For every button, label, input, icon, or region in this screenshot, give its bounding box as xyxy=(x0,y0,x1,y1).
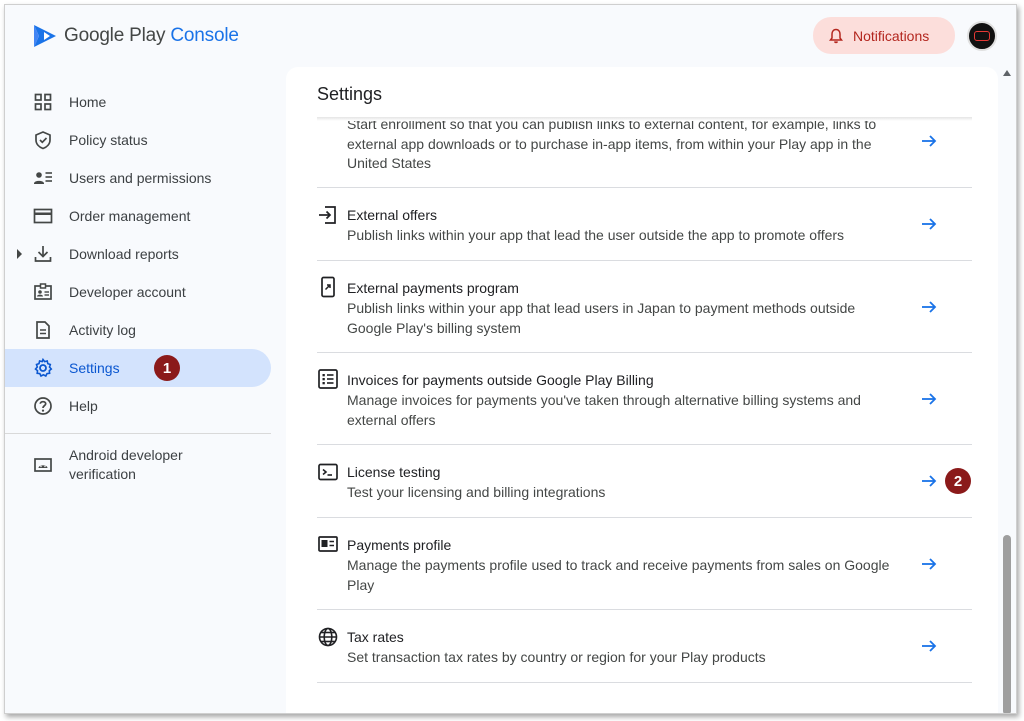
sidebar-item-order-management[interactable]: Order management xyxy=(5,197,280,235)
row-title: Tax rates xyxy=(347,629,404,645)
row-title: Payments profile xyxy=(347,537,452,553)
arrow-right-icon[interactable] xyxy=(920,472,938,490)
settings-row-external-offers[interactable]: External offers Publish links within you… xyxy=(317,188,972,261)
sidebar-item-download-reports[interactable]: Download reports xyxy=(5,235,280,273)
row-description: Set transaction tax rates by country or … xyxy=(347,649,766,665)
arrow-right-icon[interactable] xyxy=(920,132,938,150)
row-title: External payments program xyxy=(347,280,519,296)
arrow-right-icon[interactable] xyxy=(920,215,938,233)
phone-link-icon xyxy=(321,276,335,298)
avatar-image xyxy=(974,31,990,41)
sidebar-item-help[interactable]: Help xyxy=(5,387,280,425)
row-description: Manage invoices for payments you've take… xyxy=(347,392,861,428)
expand-caret-icon[interactable] xyxy=(17,249,22,259)
settings-row-payments-profile[interactable]: Payments profile Manage the payments pro… xyxy=(317,518,972,610)
sidebar: Home Policy status Users and permissions… xyxy=(5,83,280,486)
bell-icon xyxy=(829,28,843,43)
step-badge-2: 2 xyxy=(945,468,971,494)
brand-name[interactable]: Google Play Console xyxy=(64,25,239,47)
settings-panel: Settings Start enrollment so that you ca… xyxy=(286,67,998,713)
row-description: Publish links within your app that lead … xyxy=(347,227,845,243)
sidebar-item-label: Users and permissions xyxy=(69,170,212,186)
arrow-right-icon[interactable] xyxy=(920,390,938,408)
android-icon xyxy=(34,458,52,472)
settings-row-external-payments-program[interactable]: External payments program Publish links … xyxy=(317,261,972,353)
globe-icon xyxy=(318,627,338,647)
row-description: Start enrollment so that you can publish… xyxy=(347,121,877,171)
app-window: Google Play Console Notifications Home P… xyxy=(4,4,1017,714)
settings-row-invoices[interactable]: Invoices for payments outside Google Pla… xyxy=(317,353,972,445)
profile-card-icon xyxy=(318,536,338,552)
sidebar-item-activity-log[interactable]: Activity log xyxy=(5,311,280,349)
sidebar-item-label: Download reports xyxy=(69,246,179,262)
top-bar: Google Play Console Notifications xyxy=(5,5,1016,67)
sidebar-item-developer-account[interactable]: Developer account xyxy=(5,273,280,311)
settings-row-tax-rates[interactable]: Tax rates Set transaction tax rates by c… xyxy=(317,610,972,683)
document-icon xyxy=(36,321,50,339)
list-box-icon xyxy=(318,369,338,389)
id-badge-icon xyxy=(34,283,52,300)
sidebar-item-users-and-permissions[interactable]: Users and permissions xyxy=(5,159,280,197)
row-description: Manage the payments profile used to trac… xyxy=(347,557,890,593)
sidebar-item-home[interactable]: Home xyxy=(5,83,280,121)
avatar[interactable] xyxy=(967,21,997,51)
sidebar-item-settings[interactable]: Settings 1 xyxy=(5,349,271,387)
sidebar-item-android-developer-verification[interactable]: Android developer verification xyxy=(5,444,280,486)
sidebar-item-label: Home xyxy=(69,94,107,110)
sidebar-item-label: Android developer verification xyxy=(69,447,183,482)
sidebar-divider xyxy=(5,433,271,434)
page-title: Settings xyxy=(317,84,383,104)
help-circle-icon xyxy=(34,397,52,415)
shield-check-icon xyxy=(35,131,51,150)
row-title: Invoices for payments outside Google Pla… xyxy=(347,372,654,388)
row-title: External offers xyxy=(347,207,438,223)
scroll-up-arrow-icon[interactable] xyxy=(1003,70,1011,76)
settings-row-license-testing[interactable]: License testing Test your licensing and … xyxy=(317,445,972,518)
row-title: License testing xyxy=(347,464,441,480)
terminal-icon xyxy=(318,463,338,481)
grid-icon xyxy=(34,93,52,111)
download-icon xyxy=(34,246,52,262)
arrow-right-icon[interactable] xyxy=(920,555,938,573)
card-icon xyxy=(33,208,53,224)
brand-google: Google Play xyxy=(64,25,166,46)
sidebar-item-label: Policy status xyxy=(69,132,148,148)
play-console-logo-icon xyxy=(34,25,56,47)
sidebar-item-label: Order management xyxy=(69,208,191,224)
scrollbar-thumb[interactable] xyxy=(1003,535,1011,713)
sidebar-item-label: Developer account xyxy=(69,284,186,300)
row-description: Test your licensing and billing integrat… xyxy=(347,484,606,500)
header-shadow xyxy=(317,117,972,121)
brand-console: Console xyxy=(170,25,239,46)
sidebar-item-label: Settings xyxy=(69,360,120,376)
gear-icon xyxy=(34,358,53,378)
row-description: Publish links within your app that lead … xyxy=(347,300,856,336)
notifications-button[interactable]: Notifications xyxy=(813,17,955,54)
sidebar-item-policy-status[interactable]: Policy status xyxy=(5,121,280,159)
arrow-right-icon[interactable] xyxy=(920,298,938,316)
notifications-label: Notifications xyxy=(853,27,930,44)
exit-arrow-icon xyxy=(319,206,336,224)
people-list-icon xyxy=(34,172,52,184)
arrow-right-icon[interactable] xyxy=(920,637,938,655)
sidebar-item-label: Help xyxy=(69,398,98,414)
step-badge-1: 1 xyxy=(154,355,180,381)
sidebar-item-label: Activity log xyxy=(69,322,136,338)
